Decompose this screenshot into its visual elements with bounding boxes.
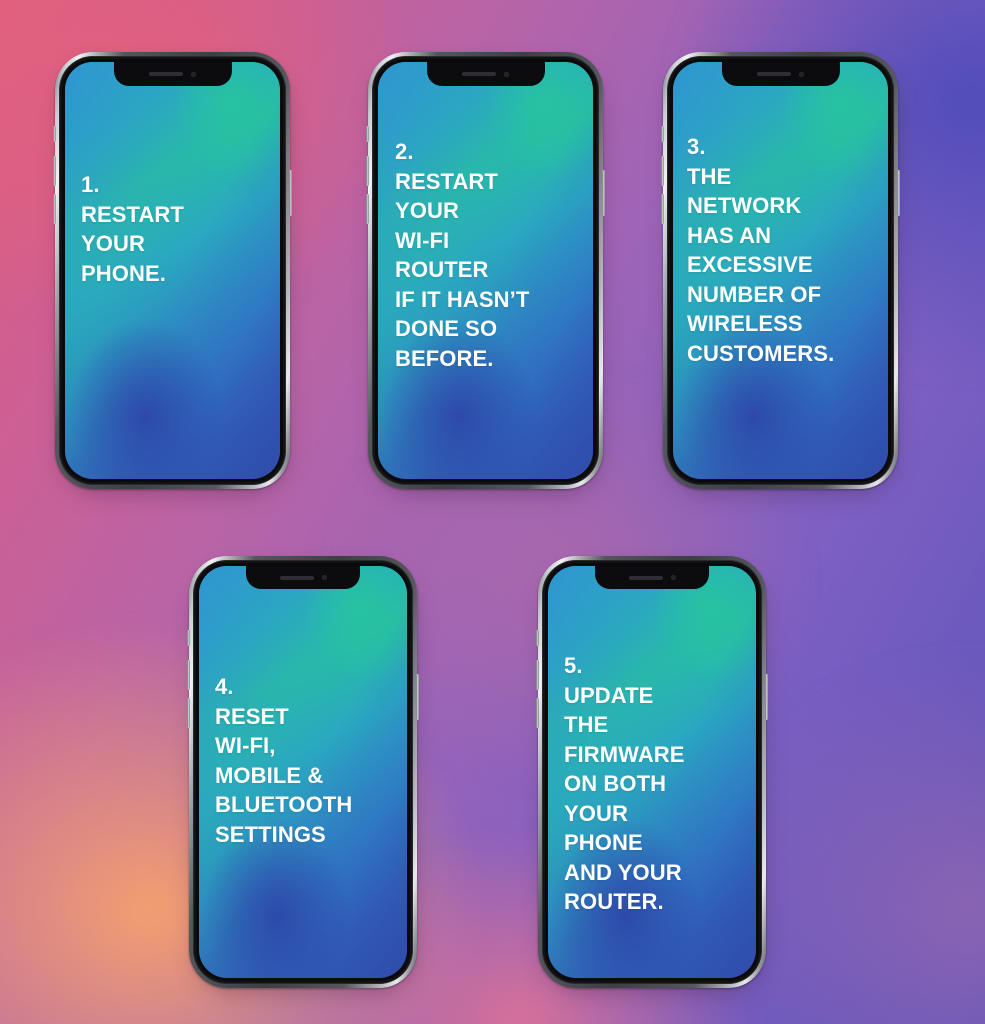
silence-switch[interactable] [187, 630, 190, 646]
step-line: NUMBER OF [687, 281, 822, 307]
step-line: FIRMWARE [564, 741, 685, 767]
front-camera-icon [504, 71, 509, 77]
volume-down-button[interactable] [53, 194, 56, 224]
step-line: DONE SO [395, 316, 498, 341]
earpiece-speaker-icon [462, 72, 496, 76]
front-camera-icon [191, 71, 196, 77]
earpiece-speaker-icon [757, 72, 791, 76]
step-line: ROUTER. [564, 889, 664, 914]
phone-notch [721, 62, 840, 86]
phone-screen-text-3: 3. THE NETWORK HAS AN EXCESSIVE NUMBER O… [687, 132, 884, 368]
volume-down-button[interactable] [187, 698, 190, 728]
front-camera-icon [799, 71, 804, 77]
step-line: YOUR [81, 231, 145, 256]
step-line: SETTINGS [215, 821, 326, 847]
volume-down-button[interactable] [536, 698, 539, 728]
phone-mockup-5[interactable]: 5. UPDATE THE FIRMWARE ON BOTH YOUR PHON… [536, 556, 768, 994]
volume-up-button[interactable] [536, 660, 539, 690]
power-button[interactable] [602, 170, 605, 216]
volume-up-button[interactable] [187, 660, 190, 690]
phone-screen-text-2: 2. RESTART YOUR WI-FI ROUTER IF IT HASN’… [395, 137, 589, 373]
silence-switch[interactable] [536, 630, 539, 646]
step-line: EXCESSIVE [687, 252, 813, 277]
phone-mockup-2[interactable]: 2. RESTART YOUR WI-FI ROUTER IF IT HASN’… [366, 52, 605, 495]
phone-notch [113, 62, 232, 86]
step-number-2: 2. [395, 139, 414, 164]
step-line: CUSTOMERS. [687, 340, 835, 366]
step-line: YOUR [395, 198, 459, 223]
phone-screen-text-1: 1. RESTART YOUR PHONE. [81, 170, 276, 288]
step-line: UPDATE [564, 682, 654, 708]
step-line: HAS AN [687, 222, 772, 248]
step-line: NETWORK [687, 193, 802, 218]
step-line: RESTART [395, 168, 498, 194]
phone-screen-text-5: 5. UPDATE THE FIRMWARE ON BOTH YOUR PHON… [564, 651, 752, 917]
volume-up-button[interactable] [366, 156, 369, 186]
front-camera-icon [321, 575, 327, 580]
power-button[interactable] [289, 170, 292, 216]
volume-up-button[interactable] [661, 156, 664, 186]
power-button[interactable] [897, 170, 900, 216]
volume-down-button[interactable] [661, 194, 664, 224]
phone-mockup-4[interactable]: 4. RESET WI-FI, MOBILE & BLUETOOTH SETTI… [187, 556, 419, 994]
volume-up-button[interactable] [53, 156, 56, 186]
power-button[interactable] [416, 674, 419, 720]
step-line: THE [564, 712, 609, 737]
silence-switch[interactable] [661, 126, 664, 142]
step-number-4: 4. [215, 674, 234, 699]
silence-switch[interactable] [53, 126, 56, 142]
step-number-1: 1. [81, 172, 100, 197]
step-number-5: 5. [564, 653, 583, 678]
front-camera-icon [670, 575, 676, 580]
step-line: WIRELESS [687, 311, 803, 336]
step-line: WI-FI [395, 227, 450, 253]
earpiece-speaker-icon [279, 575, 314, 580]
volume-down-button[interactable] [366, 194, 369, 224]
step-line: AND YOUR [564, 859, 682, 885]
screen-blue-shadow [65, 287, 248, 479]
phone-mockup-1[interactable]: 1. RESTART YOUR PHONE. [53, 52, 292, 495]
step-line: BEFORE. [395, 345, 494, 371]
phone-mockup-3[interactable]: 3. THE NETWORK HAS AN EXCESSIVE NUMBER O… [661, 52, 900, 495]
step-line: RESET [215, 703, 289, 729]
earpiece-speaker-icon [149, 72, 183, 76]
step-number-3: 3. [687, 134, 706, 159]
power-button[interactable] [765, 674, 768, 720]
step-line: PHONE. [81, 260, 166, 286]
phone-notch [595, 566, 709, 589]
step-line: THE [687, 163, 732, 189]
step-line: BLUETOOTH [215, 792, 353, 817]
phone-screen-text-4: 4. RESET WI-FI, MOBILE & BLUETOOTH SETTI… [215, 672, 403, 849]
step-line: ROUTER [395, 257, 489, 282]
phone-notch [246, 566, 360, 589]
step-line: WI-FI, [215, 733, 276, 758]
step-line: RESTART [81, 201, 184, 227]
poster-canvas: 1. RESTART YOUR PHONE. 2. RESTART YOUR W… [0, 0, 985, 1024]
earpiece-speaker-icon [628, 575, 663, 580]
phone-notch [426, 62, 545, 86]
step-line: PHONE [564, 830, 643, 855]
step-line: MOBILE & [215, 762, 324, 788]
step-line: YOUR [564, 800, 628, 826]
silence-switch[interactable] [366, 126, 369, 142]
step-line: ON BOTH [564, 771, 667, 796]
step-line: IF IT HASN’T [395, 286, 530, 312]
